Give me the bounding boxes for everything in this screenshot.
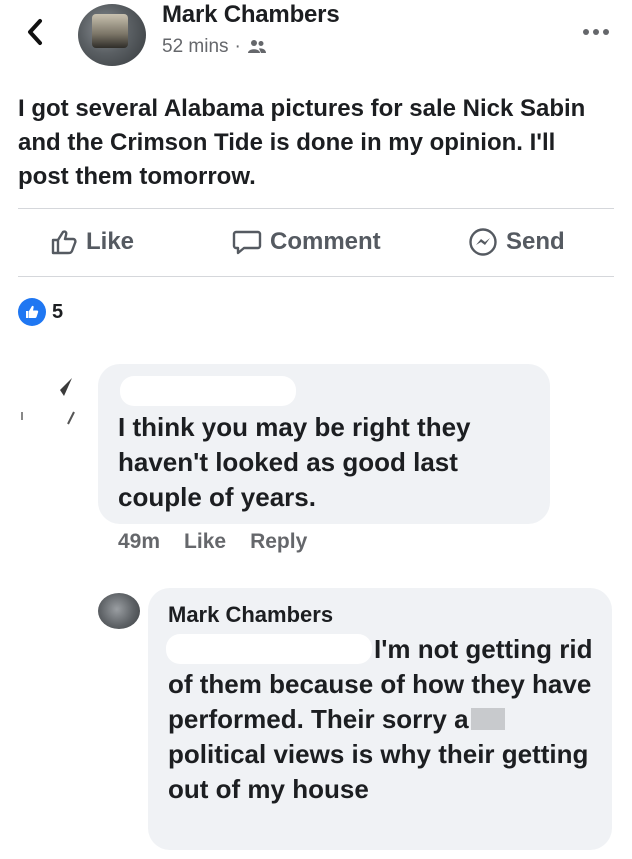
back-button[interactable] [22,14,48,50]
reply-author-name[interactable]: Mark Chambers [168,602,333,628]
send-label: Send [506,228,565,255]
messenger-icon [469,228,497,256]
more-dots-icon [583,29,609,35]
comment-button[interactable]: Comment [232,208,381,276]
divider-bottom [18,276,614,277]
meta-separator: · [234,36,241,57]
post-meta: 52 mins · [162,36,267,58]
comment-time[interactable]: 49m [118,530,160,554]
author-avatar[interactable] [78,4,146,66]
more-options-button[interactable] [582,16,610,42]
mentioned-name-redacted [166,634,372,664]
comment-label: Comment [270,228,381,255]
comment-reply-link[interactable]: Reply [250,530,307,554]
post-text: I got several Alabama pictures for sale … [18,95,586,190]
like-label: Like [86,228,135,255]
chevron-left-icon [28,19,42,45]
comment-icon [232,230,262,255]
commenter-avatar-redacted[interactable] [14,372,80,438]
send-button[interactable]: Send [468,208,565,276]
commenter-name-redacted [120,376,296,406]
reactions-summary[interactable]: 5 [18,298,63,326]
reply-author-avatar[interactable] [98,593,140,629]
censor-block [470,708,505,730]
avatar-photo [92,14,128,48]
like-button[interactable]: Like [50,208,134,276]
comment-meta: 49m Like Reply [118,530,307,554]
like-reaction-icon [18,298,46,326]
post-time[interactable]: 52 mins [162,36,229,58]
friends-icon [247,40,266,53]
comment-like-link[interactable]: Like [184,530,226,554]
reaction-count: 5 [52,300,64,323]
reply-text-part2: political views is why their getting out… [168,739,589,804]
thumbs-up-icon [51,230,77,255]
comment-text: I think you may be right they haven't lo… [118,412,471,512]
post-actions-bar: Like Comment Send [18,208,614,276]
post-author-name[interactable]: Mark Chambers [162,1,340,29]
